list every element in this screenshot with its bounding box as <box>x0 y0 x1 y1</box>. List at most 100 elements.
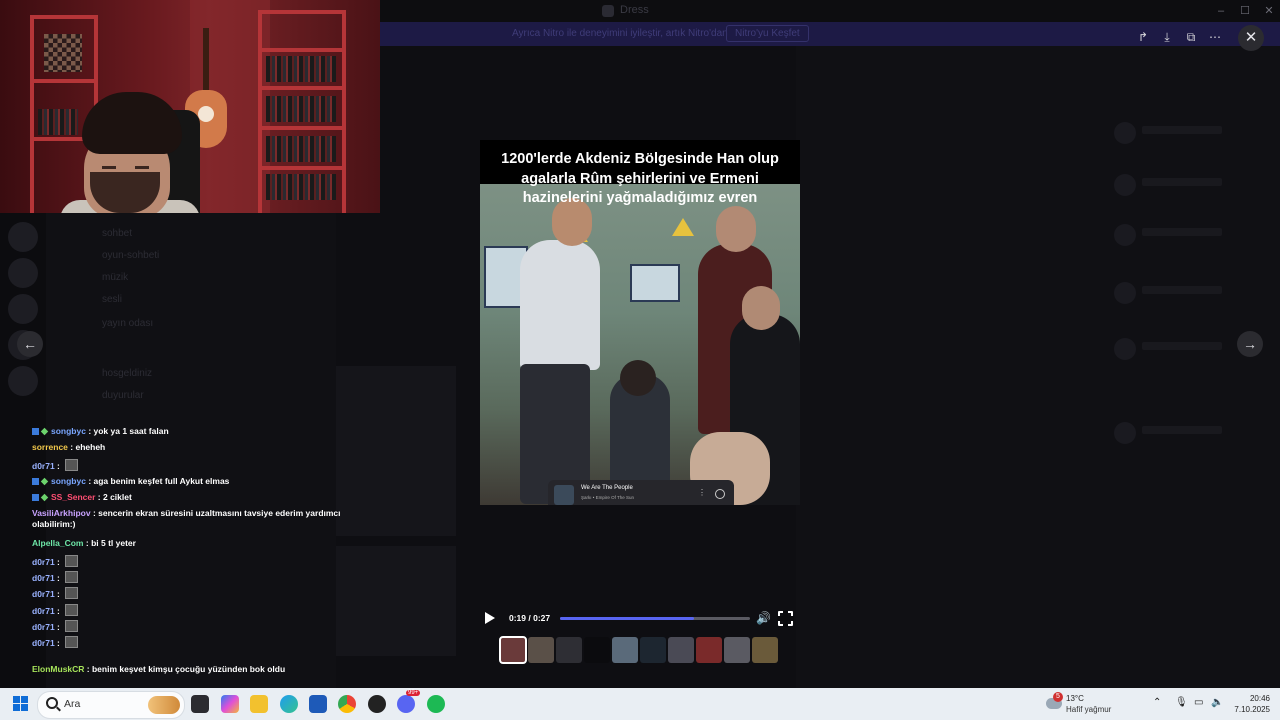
channel-item[interactable]: sesli <box>102 294 122 305</box>
member-item[interactable] <box>1114 220 1254 250</box>
emote-icon <box>65 459 79 471</box>
server-icon[interactable] <box>8 222 38 252</box>
chat-username: sorrence <box>32 442 68 452</box>
fullscreen-icon[interactable] <box>777 610 794 627</box>
channel-item[interactable]: sohbet <box>102 228 132 239</box>
chat-username: d0r71 <box>32 557 55 567</box>
forward-icon[interactable]: ↱ <box>1132 26 1154 48</box>
emote-icon <box>65 620 79 632</box>
spotify-icon[interactable] <box>427 695 445 713</box>
chat-message: Alpella_Com : bi 5 tl yeter <box>32 538 136 548</box>
thumbnail[interactable] <box>724 637 750 663</box>
taskbar-search[interactable]: Ara <box>37 691 185 719</box>
chat-username: d0r71 <box>32 622 55 632</box>
member-item[interactable] <box>1114 334 1254 364</box>
minimize-button[interactable]: – <box>1212 3 1230 19</box>
channel-list: sohbet oyun-sohbeti müzik sesli yayın od… <box>46 212 336 412</box>
search-placeholder: Ara <box>64 698 81 710</box>
next-arrow-icon[interactable]: → <box>1237 331 1263 357</box>
thumbnail[interactable] <box>612 637 638 663</box>
chat-username: d0r71 <box>32 461 55 471</box>
thumbnail[interactable] <box>752 637 778 663</box>
thumbnail[interactable] <box>696 637 722 663</box>
bookshelf <box>258 10 346 213</box>
start-icon[interactable] <box>13 696 29 712</box>
chat-username: d0r71 <box>32 573 55 583</box>
time-display: 0:19 / 0:27 <box>509 613 551 623</box>
more-icon[interactable]: ⋯ <box>1204 26 1226 48</box>
chat-username: VasiliArkhipov <box>32 508 91 518</box>
chat-message: d0r71 : <box>32 604 79 617</box>
seek-bar[interactable] <box>560 617 750 620</box>
channel-item[interactable]: yayın odası <box>102 318 153 329</box>
weather-badge: 5 <box>1053 692 1063 702</box>
thumbnail[interactable] <box>528 637 554 663</box>
message-embed <box>336 546 456 656</box>
banner-button[interactable]: Nitro'yu Keşfet <box>726 25 809 42</box>
channel-item[interactable]: oyun-sohbeti <box>102 250 159 261</box>
server-icon[interactable] <box>8 294 38 324</box>
file-explorer-icon[interactable] <box>250 695 268 713</box>
chrome-icon[interactable] <box>338 695 356 713</box>
volume-icon[interactable]: 🔊 <box>756 611 771 625</box>
moderator-badge-icon <box>32 494 39 501</box>
chat-message: VasiliArkhipov : sencerin ekran süresini… <box>32 508 341 529</box>
thumbnail[interactable] <box>668 637 694 663</box>
thumbnail[interactable] <box>584 637 610 663</box>
task-view-icon[interactable] <box>191 695 209 713</box>
weather-desc: Hafif yağmur <box>1066 705 1112 714</box>
moderator-badge-icon <box>32 428 39 435</box>
search-highlight-image <box>148 696 180 714</box>
chat-message: d0r71 : <box>32 620 79 633</box>
channel-item[interactable]: duyurular <box>102 390 144 401</box>
chevron-up-icon[interactable]: ⌃ <box>1153 697 1161 708</box>
thumbnail[interactable] <box>640 637 666 663</box>
video-caption: 1200'lerde Akdeniz Bölgesinde Han olup a… <box>501 151 779 206</box>
edge-icon[interactable] <box>280 695 298 713</box>
previous-arrow-icon[interactable]: ← <box>17 331 43 357</box>
thumbnail[interactable] <box>499 636 527 664</box>
app-logo-icon <box>602 5 614 17</box>
copilot-icon[interactable] <box>221 695 239 713</box>
song-title: We Are The People <box>581 485 633 491</box>
download-icon[interactable]: ⤓ <box>1156 26 1178 48</box>
clock-time: 20:46 <box>1249 694 1270 703</box>
member-item[interactable] <box>1114 278 1254 308</box>
chat-username: d0r71 <box>32 589 55 599</box>
channel-item[interactable]: müzik <box>102 272 128 283</box>
member-list <box>1100 80 1280 640</box>
chat-message: d0r71 : <box>32 459 79 472</box>
member-item[interactable] <box>1114 118 1254 148</box>
moderator-badge-icon <box>32 478 39 485</box>
thumbnail[interactable] <box>556 637 582 663</box>
speaker-icon[interactable]: 🔈 <box>1211 697 1223 708</box>
microphone-icon[interactable]: 🎙 <box>1175 697 1188 708</box>
server-icon[interactable] <box>8 258 38 288</box>
maximize-button[interactable]: ☐ <box>1236 3 1254 19</box>
chat-username: songbyc <box>51 476 86 486</box>
member-item[interactable] <box>1114 418 1254 448</box>
store-icon[interactable] <box>309 695 327 713</box>
sparkle-badge-icon <box>40 493 49 502</box>
chat-message: sorrence : eheheh <box>32 442 106 452</box>
sparkle-badge-icon <box>40 477 49 486</box>
network-icon[interactable]: ▭ <box>1194 697 1203 708</box>
open-external-icon[interactable]: ⧉ <box>1180 26 1202 48</box>
app-icon[interactable] <box>368 695 386 713</box>
window-close-button[interactable]: ✕ <box>1260 3 1278 19</box>
chessboard <box>44 34 82 72</box>
close-viewer-button[interactable]: ✕ <box>1238 25 1264 51</box>
channel-item[interactable]: hosgeldiniz <box>102 368 152 379</box>
chat-username: SS_Sencer <box>51 492 96 502</box>
emote-icon <box>65 571 79 583</box>
emote-icon <box>65 636 79 648</box>
more-icon: ⋮ <box>698 488 706 497</box>
discord-icon[interactable] <box>397 695 415 713</box>
clock[interactable]: 20:46 7.10.2025 <box>1226 693 1270 715</box>
message-embed <box>336 366 456 536</box>
play-icon[interactable] <box>485 612 495 624</box>
server-icon[interactable] <box>8 366 38 396</box>
chat-message: d0r71 : <box>32 636 79 649</box>
member-item[interactable] <box>1114 170 1254 200</box>
emote-icon <box>65 555 79 567</box>
